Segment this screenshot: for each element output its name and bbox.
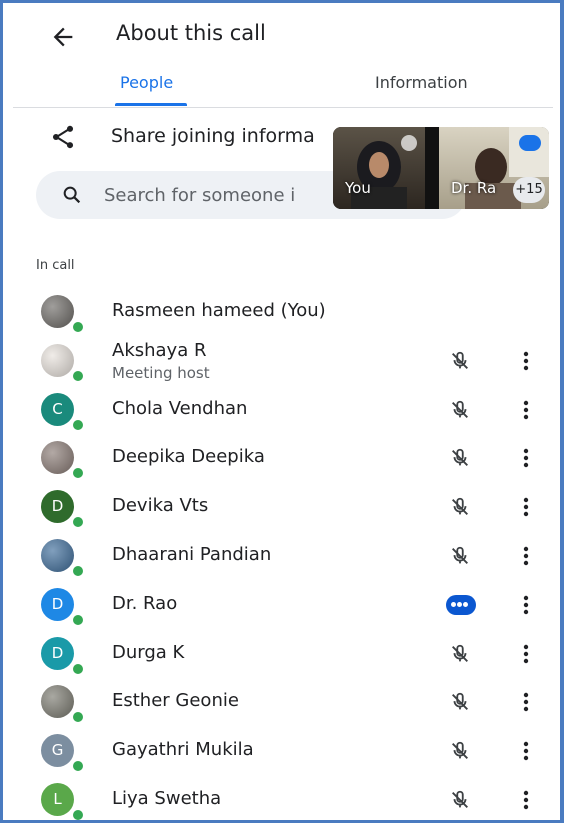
participant-name: Chola Vendhan (112, 397, 248, 419)
more-options-icon[interactable] (515, 348, 537, 374)
participant-row[interactable]: Esther Geonie (3, 679, 560, 728)
participant-row[interactable]: L Liya Swetha (3, 777, 560, 820)
more-options-icon[interactable] (515, 592, 537, 618)
in-call-section-label: In call (36, 258, 75, 273)
participant-name: Devika Vts (112, 495, 209, 517)
participant-name: Deepika Deepika (112, 446, 265, 468)
avatar: D (41, 636, 74, 670)
participant-row[interactable]: D Devika Vts (3, 484, 560, 533)
presence-dot (71, 417, 85, 432)
avatar: L (41, 782, 74, 816)
more-options-icon[interactable] (515, 787, 537, 813)
avatar (41, 685, 74, 719)
presence-dot (71, 320, 85, 334)
participant-name: Durga K (112, 641, 185, 663)
participant-role: Meeting host (112, 363, 210, 382)
more-options-icon[interactable] (515, 738, 537, 764)
share-icon (52, 125, 74, 149)
presence-dot (71, 515, 85, 530)
participant-name: Gayathri Mukila (112, 739, 254, 761)
presence-dot (71, 368, 85, 383)
mic-off-icon[interactable] (449, 447, 471, 469)
participant-row[interactable]: Rasmeen hameed (You) (3, 289, 560, 338)
presence-dot (71, 710, 85, 725)
avatar: G (41, 734, 74, 768)
participant-row[interactable]: Akshaya R Meeting host (3, 338, 560, 387)
mic-off-icon[interactable] (449, 496, 471, 518)
participant-row[interactable]: D Durga K (3, 631, 560, 680)
tile-name: Dr. Ra (451, 179, 497, 197)
mic-off-icon[interactable] (449, 789, 471, 811)
participant-name: Dr. Rao (112, 592, 178, 614)
presence-dot (71, 759, 85, 774)
participant-row[interactable]: G Gayathri Mukila (3, 728, 560, 777)
presence-dot (71, 466, 85, 481)
video-tiles-overlay[interactable]: You Dr. Ra +15 (333, 127, 549, 209)
participant-list: Rasmeen hameed (You) Akshaya R Meeting hos… (3, 289, 560, 820)
more-options-icon[interactable] (515, 445, 537, 471)
participant-name: Esther Geonie (112, 690, 239, 712)
mic-muted-icon (401, 135, 417, 151)
mic-off-icon[interactable] (449, 691, 471, 713)
more-options-icon[interactable] (515, 543, 537, 569)
tab-information[interactable]: Information (375, 73, 468, 92)
participant-row[interactable]: D Dr. Rao (3, 582, 560, 631)
participant-name: Dhaarani Pandian (112, 543, 272, 565)
top-bar: About this call People Information (3, 3, 560, 107)
more-options-icon[interactable] (515, 689, 537, 715)
speaking-indicator-icon (519, 135, 541, 151)
participant-name: Akshaya R (112, 339, 207, 361)
participant-name: Liya Swetha (112, 787, 222, 809)
header-divider (13, 107, 553, 108)
avatar (41, 295, 74, 328)
presence-dot (71, 612, 85, 627)
more-options-icon[interactable] (515, 397, 537, 423)
more-participants-badge[interactable]: +15 (513, 177, 545, 203)
avatar (41, 343, 74, 377)
search-icon (63, 186, 81, 204)
participant-row[interactable]: Dhaarani Pandian (3, 533, 560, 582)
presence-dot (71, 807, 85, 820)
more-options-icon[interactable] (515, 494, 537, 520)
avatar: D (41, 587, 74, 621)
speaking-indicator-icon (446, 594, 476, 615)
avatar: D (41, 490, 74, 524)
video-tile-you[interactable]: You (333, 127, 425, 209)
mic-off-icon[interactable] (449, 545, 471, 567)
active-tab-indicator (115, 103, 187, 106)
avatar (41, 441, 74, 475)
mic-off-icon[interactable] (449, 399, 471, 421)
more-options-icon[interactable] (515, 641, 537, 667)
tab-people[interactable]: People (120, 73, 173, 92)
app-window: About this call People Information Share… (0, 0, 564, 823)
avatar: C (41, 392, 74, 426)
tile-name: You (345, 179, 371, 197)
video-tile-dr-rao[interactable]: Dr. Ra +15 (439, 127, 549, 209)
participant-name: Rasmeen hameed (You) (112, 300, 326, 321)
participant-row[interactable]: Deepika Deepika (3, 435, 560, 484)
participant-row[interactable]: C Chola Vendhan (3, 387, 560, 436)
avatar (41, 538, 74, 572)
mic-off-icon[interactable] (449, 350, 471, 372)
mic-off-icon[interactable] (449, 643, 471, 665)
mic-off-icon[interactable] (449, 740, 471, 762)
presence-dot (71, 661, 85, 676)
back-arrow-icon[interactable] (49, 23, 77, 51)
page-title: About this call (116, 21, 266, 45)
presence-dot (71, 563, 85, 578)
share-label: Share joining informa (111, 125, 315, 147)
